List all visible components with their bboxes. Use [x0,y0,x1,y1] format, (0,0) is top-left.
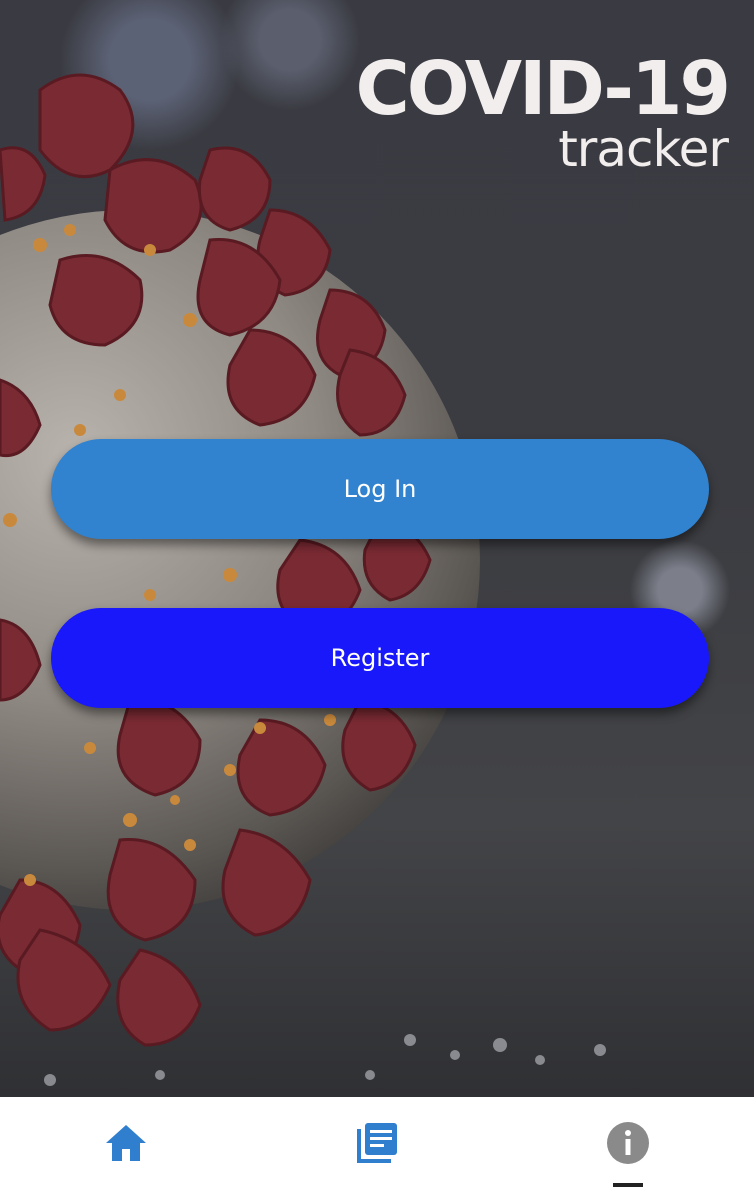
hero-background: COVID-19 tracker Log In Register [0,0,754,1097]
register-button[interactable]: Register [51,608,709,708]
nav-item-info[interactable] [503,1097,754,1189]
news-icon [356,1123,397,1163]
login-button[interactable]: Log In [51,439,709,539]
logo-title: COVID-19 [355,46,731,132]
nav-item-news[interactable] [251,1097,502,1189]
selected-tab-indicator [613,1183,644,1187]
bottom-navigation [0,1097,754,1189]
app-logo: COVID-19 tracker [355,46,731,174]
info-icon [607,1122,650,1164]
welcome-screen: COVID-19 tracker Log In Register [0,0,754,1189]
nav-item-home[interactable] [0,1097,251,1189]
home-icon [105,1125,146,1161]
